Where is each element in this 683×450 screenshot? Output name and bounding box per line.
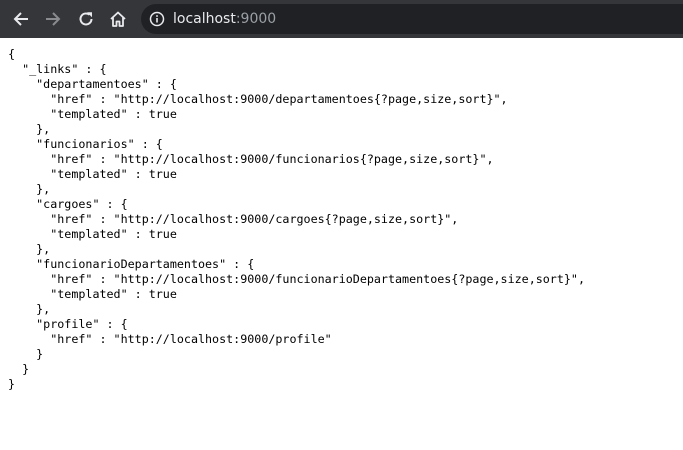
url-host: localhost [173,11,236,27]
page-content: { "_links" : { "departamentoes" : { "hre… [0,38,683,450]
home-icon [110,11,126,27]
arrow-left-icon [13,12,28,26]
address-bar[interactable]: localhost:9000 [141,4,683,34]
json-response-body: { "_links" : { "departamentoes" : { "hre… [8,47,585,391]
home-button[interactable] [106,7,130,31]
back-button[interactable] [9,7,33,31]
forward-button[interactable] [41,7,65,31]
url-port: :9000 [235,11,277,27]
arrow-right-icon [46,12,61,26]
url-text[interactable]: localhost:9000 [173,11,276,27]
reload-button[interactable] [74,7,98,31]
browser-toolbar: localhost:9000 [0,0,683,38]
reload-icon [79,12,93,26]
info-icon[interactable] [149,11,165,27]
